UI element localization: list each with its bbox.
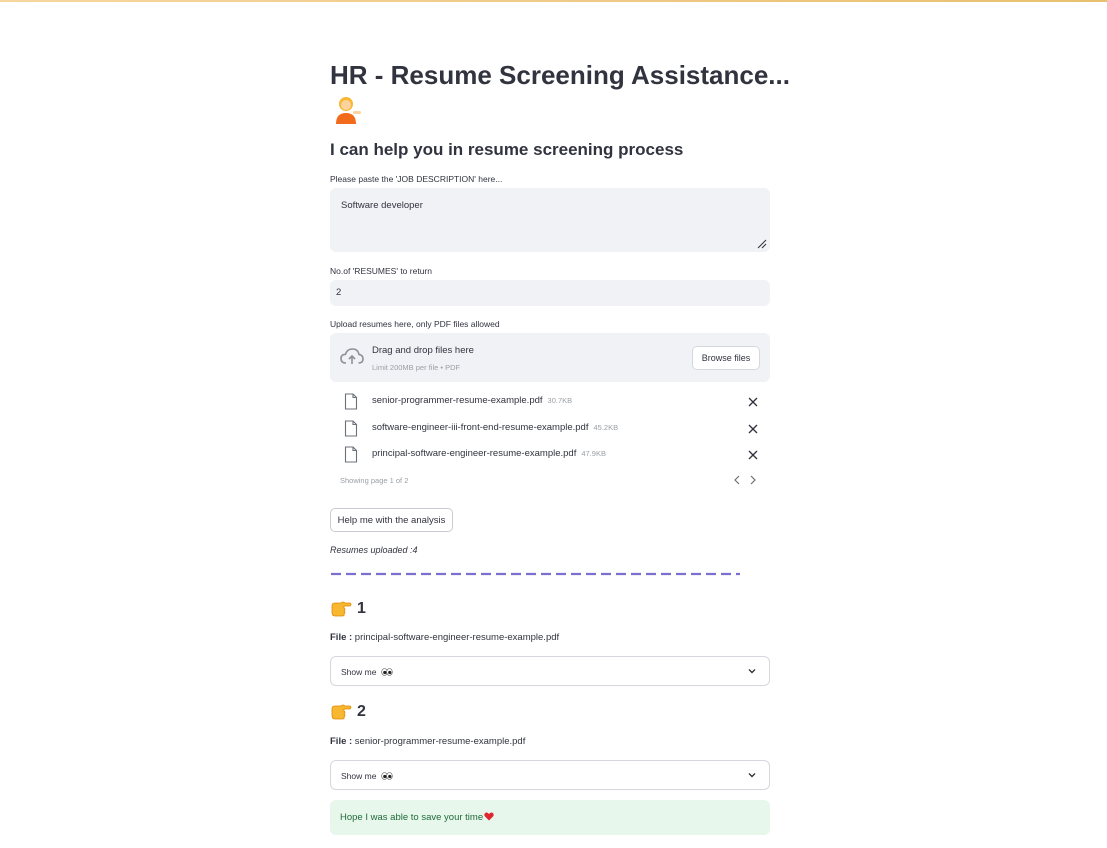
result-file-name: principal-software-engineer-resume-examp… <box>352 632 560 643</box>
show-me-expander[interactable]: Show me <box>330 656 770 686</box>
file-dropzone[interactable]: Drag and drop files here Limit 200MB per… <box>330 333 770 382</box>
success-alert: Hope I was able to save your time <box>330 800 770 835</box>
analyze-button[interactable]: Help me with the analysis <box>330 508 453 532</box>
resume-count-input[interactable]: 2 <box>330 280 770 306</box>
file-name: software-engineer-iii-front-end-resume-e… <box>372 422 589 433</box>
eyes-icon <box>381 668 393 676</box>
success-message: Hope I was able to save your time <box>340 812 484 823</box>
eyes-icon <box>381 772 393 780</box>
dashed-divider <box>331 572 740 576</box>
drop-instructions: Drag and drop files here <box>372 345 474 356</box>
pagination-text: Showing page 1 of 2 <box>340 476 409 485</box>
uploaded-file-row: principal-software-engineer-resume-examp… <box>330 445 770 465</box>
uploaded-file-row: senior-programmer-resume-example.pdf 30.7… <box>330 392 770 412</box>
page-title: HR - Resume Screening Assistance... <box>330 60 790 90</box>
resume-count-label: No.of 'RESUMES' to return <box>330 266 432 276</box>
file-icon <box>344 420 358 437</box>
job-description-value: Software developer <box>341 200 423 211</box>
chevron-left-icon[interactable] <box>732 474 742 486</box>
chevron-right-icon[interactable] <box>748 474 758 486</box>
result-file-label: File : <box>330 632 353 643</box>
file-icon <box>344 393 358 410</box>
cloud-upload-icon <box>340 348 364 364</box>
expander-label: Show me <box>341 771 377 781</box>
upload-label: Upload resumes here, only PDF files allo… <box>330 319 500 329</box>
result-file-name: senior-programmer-resume-example.pdf <box>352 736 526 747</box>
top-decoration-bar <box>0 0 1107 2</box>
resumes-uploaded-count: Resumes uploaded :4 <box>330 545 418 555</box>
file-name: senior-programmer-resume-example.pdf <box>372 395 543 406</box>
page-subtitle: I can help you in resume screening proce… <box>330 140 684 159</box>
remove-file-close-icon[interactable] <box>747 423 759 435</box>
result-rank-number: 2 <box>357 703 366 720</box>
file-limit-text: Limit 200MB per file • PDF <box>372 363 461 372</box>
chevron-down-icon <box>748 669 756 674</box>
result-rank-number: 1 <box>357 600 366 617</box>
uploaded-file-row: software-engineer-iii-front-end-resume-e… <box>330 419 770 439</box>
red-heart-icon <box>484 812 494 821</box>
browse-files-button[interactable]: Browse files <box>692 346 760 370</box>
pointing-right-hand-icon <box>331 704 352 720</box>
file-size: 30.7KB <box>547 396 573 405</box>
remove-file-close-icon[interactable] <box>747 396 759 408</box>
file-size: 45.2KB <box>593 423 619 432</box>
file-icon <box>344 446 358 463</box>
show-me-expander[interactable]: Show me <box>330 760 770 790</box>
expander-label: Show me <box>341 667 377 677</box>
result-file-label: File : <box>330 736 353 747</box>
job-description-textarea[interactable]: Software developer <box>330 188 770 252</box>
job-description-label: Please paste the 'JOB DESCRIPTION' here.… <box>330 174 503 184</box>
pointing-right-hand-icon <box>331 601 352 617</box>
chevron-down-icon <box>748 773 756 778</box>
result-file-line: File : senior-programmer-resume-example.… <box>330 736 525 747</box>
file-name: principal-software-engineer-resume-examp… <box>372 448 577 459</box>
person-tipping-hand-emoji-icon <box>336 97 361 124</box>
resume-count-value: 2 <box>336 287 342 298</box>
file-size: 47.9KB <box>581 449 606 458</box>
remove-file-close-icon[interactable] <box>747 449 759 461</box>
result-file-line: File : principal-software-engineer-resum… <box>330 632 559 643</box>
resize-handle-icon[interactable] <box>757 239 767 249</box>
